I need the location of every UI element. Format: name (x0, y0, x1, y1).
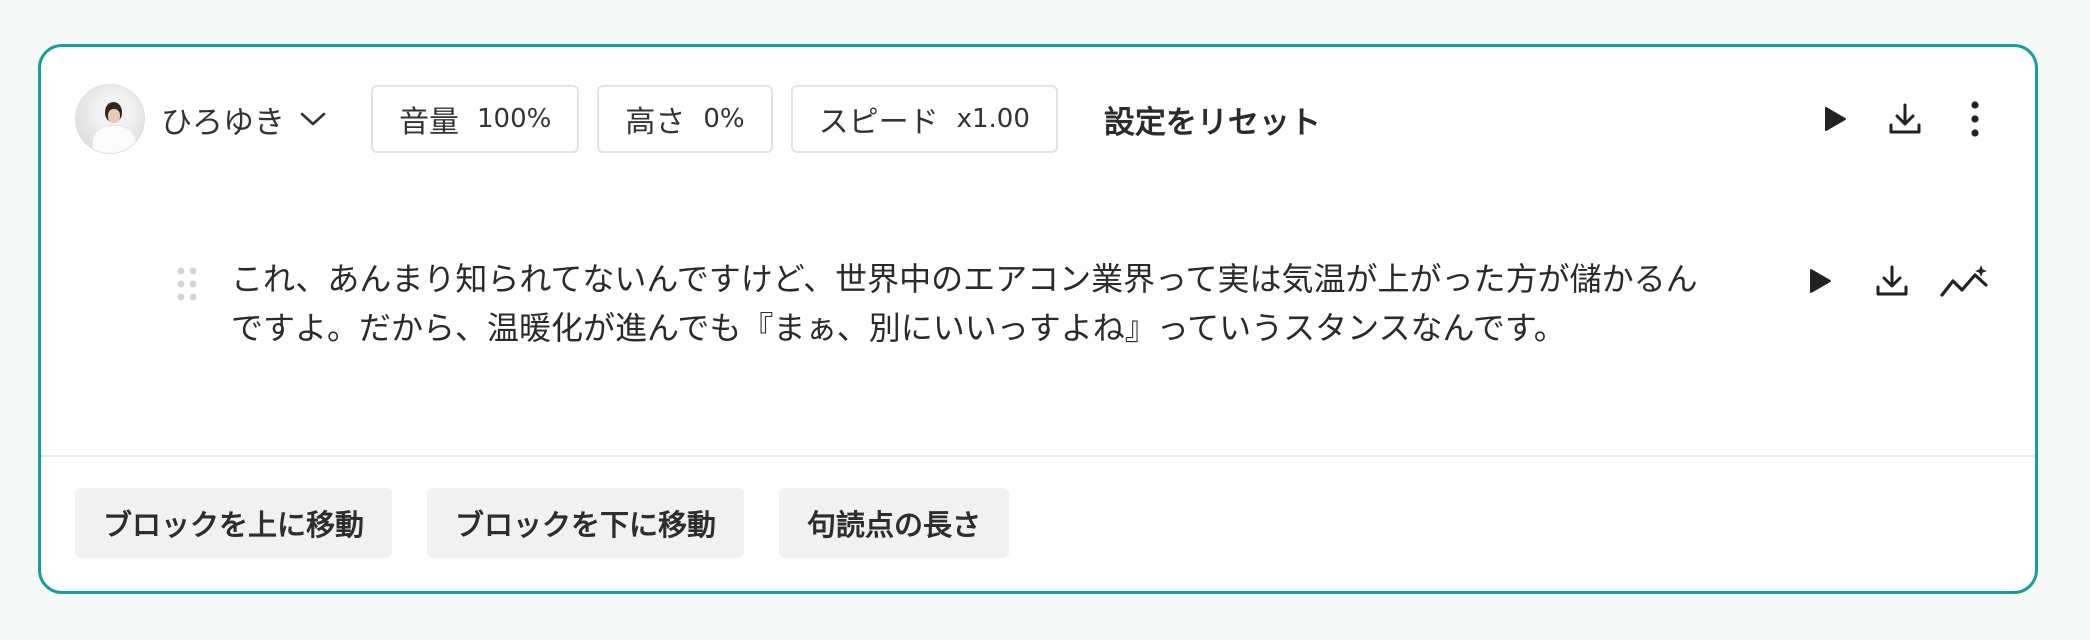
chevron-down-icon[interactable] (299, 105, 327, 133)
block-footer: ブロックを上に移動 ブロックを下に移動 句読点の長さ (75, 488, 1044, 558)
block-download-icon[interactable] (1866, 255, 1918, 307)
block-play-icon[interactable] (1794, 255, 1846, 307)
speed-value: x1.00 (956, 104, 1030, 134)
pitch-label: 高さ (625, 105, 686, 140)
voice-name[interactable]: ひろゆき (161, 97, 285, 142)
block-text[interactable]: これ、あんまり知られてないんですけど、世界中のエアコン業界って実は気温が上がった… (231, 255, 1721, 353)
volume-label: 音量 (399, 105, 459, 140)
more-vertical-icon[interactable] (1949, 93, 2001, 145)
speed-control[interactable]: スピード x1.00 (790, 85, 1058, 153)
play-icon[interactable] (1809, 93, 1861, 145)
sparkle-chart-icon[interactable] (1938, 255, 1990, 307)
volume-value: 100% (477, 104, 552, 134)
speed-label: スピード (818, 105, 939, 140)
move-block-down-button[interactable]: ブロックを下に移動 (427, 488, 745, 558)
divider (41, 455, 2035, 457)
toolbar: ひろゆき 音量 100% 高さ 0% スピード x1.00 設定をリセット (75, 83, 2001, 155)
pitch-value: 0% (703, 104, 745, 134)
pause-length-button[interactable]: 句読点の長さ (779, 488, 1010, 558)
block-actions (1794, 255, 1990, 307)
volume-control[interactable]: 音量 100% (371, 85, 580, 153)
pitch-control[interactable]: 高さ 0% (597, 85, 773, 153)
drag-handle-icon[interactable] (176, 265, 198, 305)
editor-card: ひろゆき 音量 100% 高さ 0% スピード x1.00 設定をリセット これ… (38, 44, 2038, 594)
move-block-up-button[interactable]: ブロックを上に移動 (75, 488, 393, 558)
voice-avatar[interactable] (75, 84, 145, 154)
reset-settings-button[interactable]: 設定をリセット (1104, 97, 1321, 142)
download-icon[interactable] (1879, 93, 1931, 145)
